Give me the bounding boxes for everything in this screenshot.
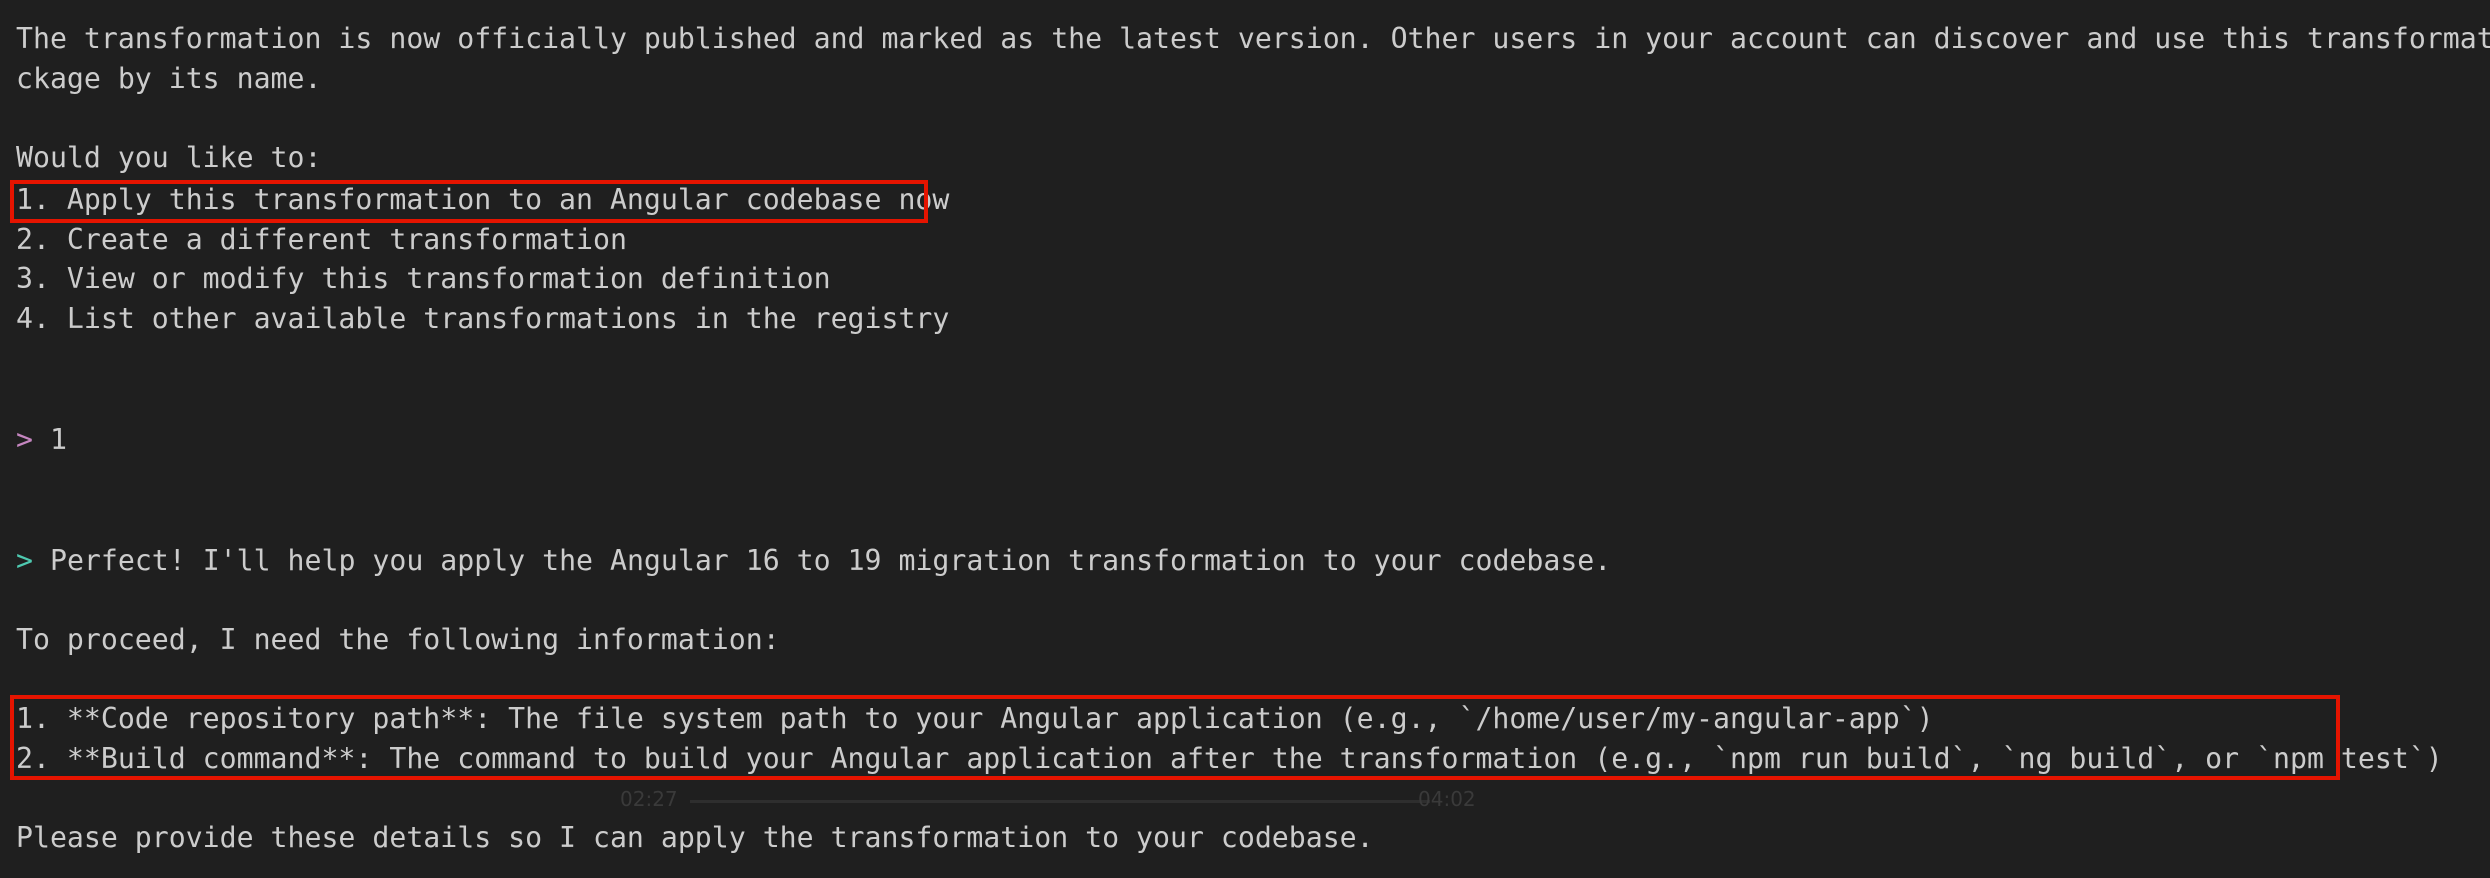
video-progress-bar: [690, 800, 1430, 803]
terminal-output: The transformation is now officially pub…: [0, 0, 2490, 878]
question-text: Would you like to:: [16, 141, 322, 174]
user-input-value: 1: [49, 423, 67, 456]
user-input-line: > 1: [16, 420, 67, 460]
user-prompt-chevron-icon: >: [16, 423, 33, 456]
intro-text-line-1: The transformation is now officially pub…: [16, 22, 2490, 55]
video-time-current: 02:27: [620, 787, 678, 811]
proceed-text: To proceed, I need the following informa…: [16, 623, 780, 656]
highlight-box-requirements: [10, 695, 2340, 780]
option-create: 2. Create a different transformation: [16, 223, 627, 256]
ai-prompt-chevron-icon: >: [16, 544, 33, 577]
ai-response-line: > Perfect! I'll help you apply the Angul…: [16, 541, 1611, 581]
highlight-box-option-1: [10, 180, 928, 223]
video-time-total: 04:02: [1418, 787, 1476, 811]
ai-response-text: Perfect! I'll help you apply the Angular…: [49, 544, 1612, 577]
intro-text-line-2: ckage by its name.: [16, 62, 322, 95]
closing-text: Please provide these details so I can ap…: [16, 821, 1374, 854]
option-view-modify: 3. View or modify this transformation de…: [16, 262, 831, 295]
option-list: 4. List other available transformations …: [16, 302, 950, 335]
